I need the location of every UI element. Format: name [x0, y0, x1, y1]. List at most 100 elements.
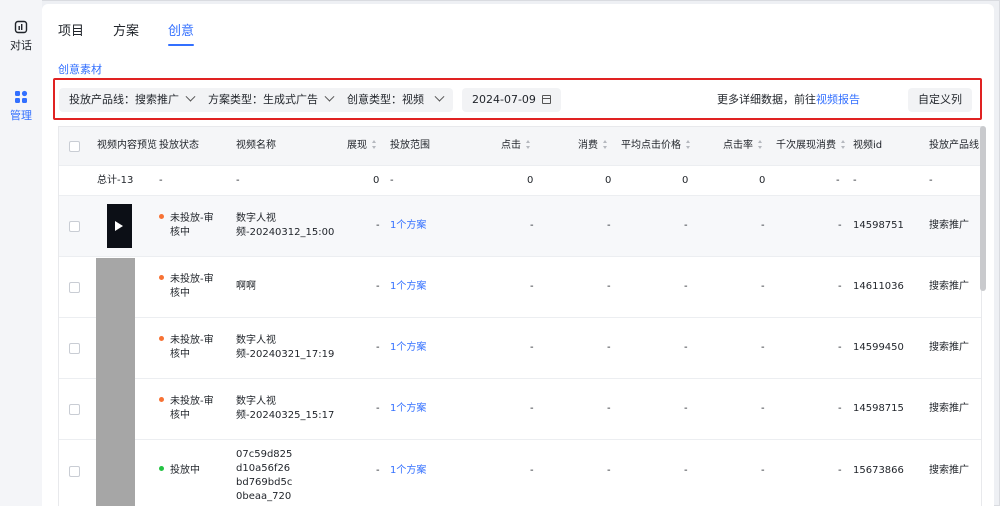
clicks-cell: -	[530, 281, 534, 292]
sort-icon	[686, 140, 691, 149]
rail-chat-label: 对话	[10, 39, 32, 52]
row-checkbox[interactable]	[69, 221, 80, 232]
clicks-cell: -	[530, 342, 534, 353]
status-dot	[159, 275, 164, 280]
status-text: 未投放-审核中	[170, 274, 214, 299]
video-name: 数字人视频-20240325_15:17	[236, 396, 335, 421]
select-all-checkbox[interactable]	[69, 141, 80, 152]
rail-item-chat[interactable]: 对话	[0, 20, 42, 53]
total-video-id: -	[853, 175, 857, 186]
header-cost-label: 消费	[578, 140, 598, 151]
product-line-cell: 搜索推广	[929, 281, 969, 292]
table-row[interactable]: 未投放-审核中 数字人视频-20240321_17:19 - 1个方案 - - …	[59, 317, 981, 378]
status-dot	[159, 466, 164, 471]
clicks-cell: -	[530, 403, 534, 414]
cpm-cell: -	[838, 403, 842, 414]
table-row[interactable]: 未投放-审核中 啊啊 - 1个方案 - - - - - 14611036 搜索推…	[59, 256, 981, 317]
scope-link[interactable]: 1个方案	[390, 341, 426, 355]
ctr-cell: -	[761, 403, 765, 414]
table-scrollbar[interactable]	[980, 126, 986, 291]
calendar-icon	[541, 95, 551, 104]
impressions-cell: -	[376, 342, 380, 353]
header-scope: 投放范围	[390, 140, 430, 151]
total-scope: -	[390, 175, 394, 186]
header-avg-cpc[interactable]: 平均点击价格	[621, 127, 691, 165]
rail-manage-label: 管理	[10, 109, 32, 122]
cpm-cell: -	[838, 281, 842, 292]
avg-cpc-cell: -	[684, 281, 688, 292]
scope-link[interactable]: 1个方案	[390, 402, 426, 416]
cpm-cell: -	[838, 465, 842, 476]
chevron-down-icon	[324, 91, 335, 102]
status-cell: 投放中	[159, 464, 214, 478]
ctr-cell: -	[761, 465, 765, 476]
play-icon	[115, 221, 123, 231]
header-avg-cpc-label: 平均点击价格	[621, 140, 681, 151]
product-line-label: 投放产品线：搜索推广	[69, 93, 179, 106]
total-label: 总计-13	[97, 175, 134, 186]
ctr-cell: -	[761, 342, 765, 353]
cost-cell: -	[607, 220, 611, 231]
plan-type-select[interactable]: 方案类型：生成式广告	[198, 88, 343, 112]
header-cpm[interactable]: 千次展现消费	[776, 127, 846, 165]
table-row[interactable]: 投放中 07c59d825d10a56f26bd769bd5c0beaa_720…	[59, 439, 981, 506]
status-cell: 未投放-审核中	[159, 334, 214, 362]
total-clicks: 0	[527, 175, 534, 186]
sort-icon	[758, 140, 763, 149]
header-status: 投放状态	[159, 140, 199, 151]
product-line-cell: 搜索推广	[929, 403, 969, 414]
header-ctr-label: 点击率	[723, 140, 753, 151]
cost-cell: -	[607, 281, 611, 292]
rail-item-manage[interactable]: 管理	[0, 90, 42, 123]
custom-columns-button[interactable]: 自定义列	[908, 88, 972, 112]
ctr-cell: -	[761, 281, 765, 292]
header-clicks-label: 点击	[501, 140, 521, 151]
video-name: 啊啊	[236, 281, 256, 292]
clicks-cell: -	[530, 465, 534, 476]
date-picker[interactable]: 2024-07-09	[462, 88, 561, 112]
row-checkbox[interactable]	[69, 343, 80, 354]
chevron-down-icon	[185, 91, 196, 102]
status-text: 未投放-审核中	[170, 396, 214, 421]
header-impressions[interactable]: 展现	[347, 127, 377, 165]
tab-project[interactable]: 项目	[58, 20, 84, 39]
impressions-cell: -	[376, 465, 380, 476]
impressions-cell: -	[376, 281, 380, 292]
left-rail: 对话 管理	[0, 0, 42, 506]
status-cell: 未投放-审核中	[159, 212, 214, 240]
header-ctr[interactable]: 点击率	[723, 127, 763, 165]
status-cell: 未投放-审核中	[159, 273, 214, 301]
scope-link[interactable]: 1个方案	[390, 219, 426, 233]
avg-cpc-cell: -	[684, 342, 688, 353]
cost-cell: -	[607, 342, 611, 353]
scope-link[interactable]: 1个方案	[390, 280, 426, 294]
row-checkbox[interactable]	[69, 466, 80, 477]
header-cost[interactable]: 消费	[578, 127, 608, 165]
product-line-cell: 搜索推广	[929, 342, 969, 353]
main-panel: 项目 方案 创意 创意素材 投放产品线：搜索推广 方案类型：生成式广告 创意类型…	[42, 4, 994, 506]
video-report-link[interactable]: 视频报告	[816, 93, 860, 106]
header-clicks[interactable]: 点击	[501, 127, 531, 165]
video-name: 数字人视频-20240312_15:00	[236, 213, 335, 238]
cost-cell: -	[607, 465, 611, 476]
scope-link[interactable]: 1个方案	[390, 464, 426, 478]
table-row[interactable]: 未投放-审核中 数字人视频-20240312_15:00 - 1个方案 - - …	[59, 195, 981, 256]
sort-icon	[526, 140, 531, 149]
date-value: 2024-07-09	[472, 93, 536, 106]
header-cpm-label: 千次展现消费	[776, 140, 836, 151]
plan-type-label: 方案类型：生成式广告	[208, 93, 318, 106]
creative-assets-link[interactable]: 创意素材	[58, 61, 102, 77]
row-checkbox[interactable]	[69, 404, 80, 415]
table-row[interactable]: 未投放-审核中 数字人视频-20240325_15:17 - 1个方案 - - …	[59, 378, 981, 439]
video-thumbnail-placeholder[interactable]	[96, 258, 135, 506]
creative-type-label: 创意类型：视频	[347, 93, 424, 106]
tab-creative[interactable]: 创意	[168, 20, 195, 46]
video-id-cell: 14611036	[853, 281, 904, 292]
header-preview: 视频内容预览	[97, 140, 157, 151]
status-dot	[159, 214, 164, 219]
video-thumbnail[interactable]	[107, 204, 132, 248]
row-checkbox[interactable]	[69, 282, 80, 293]
tab-plan[interactable]: 方案	[113, 20, 139, 39]
creative-type-select[interactable]: 创意类型：视频	[337, 88, 453, 112]
product-line-select[interactable]: 投放产品线：搜索推广	[59, 88, 204, 112]
